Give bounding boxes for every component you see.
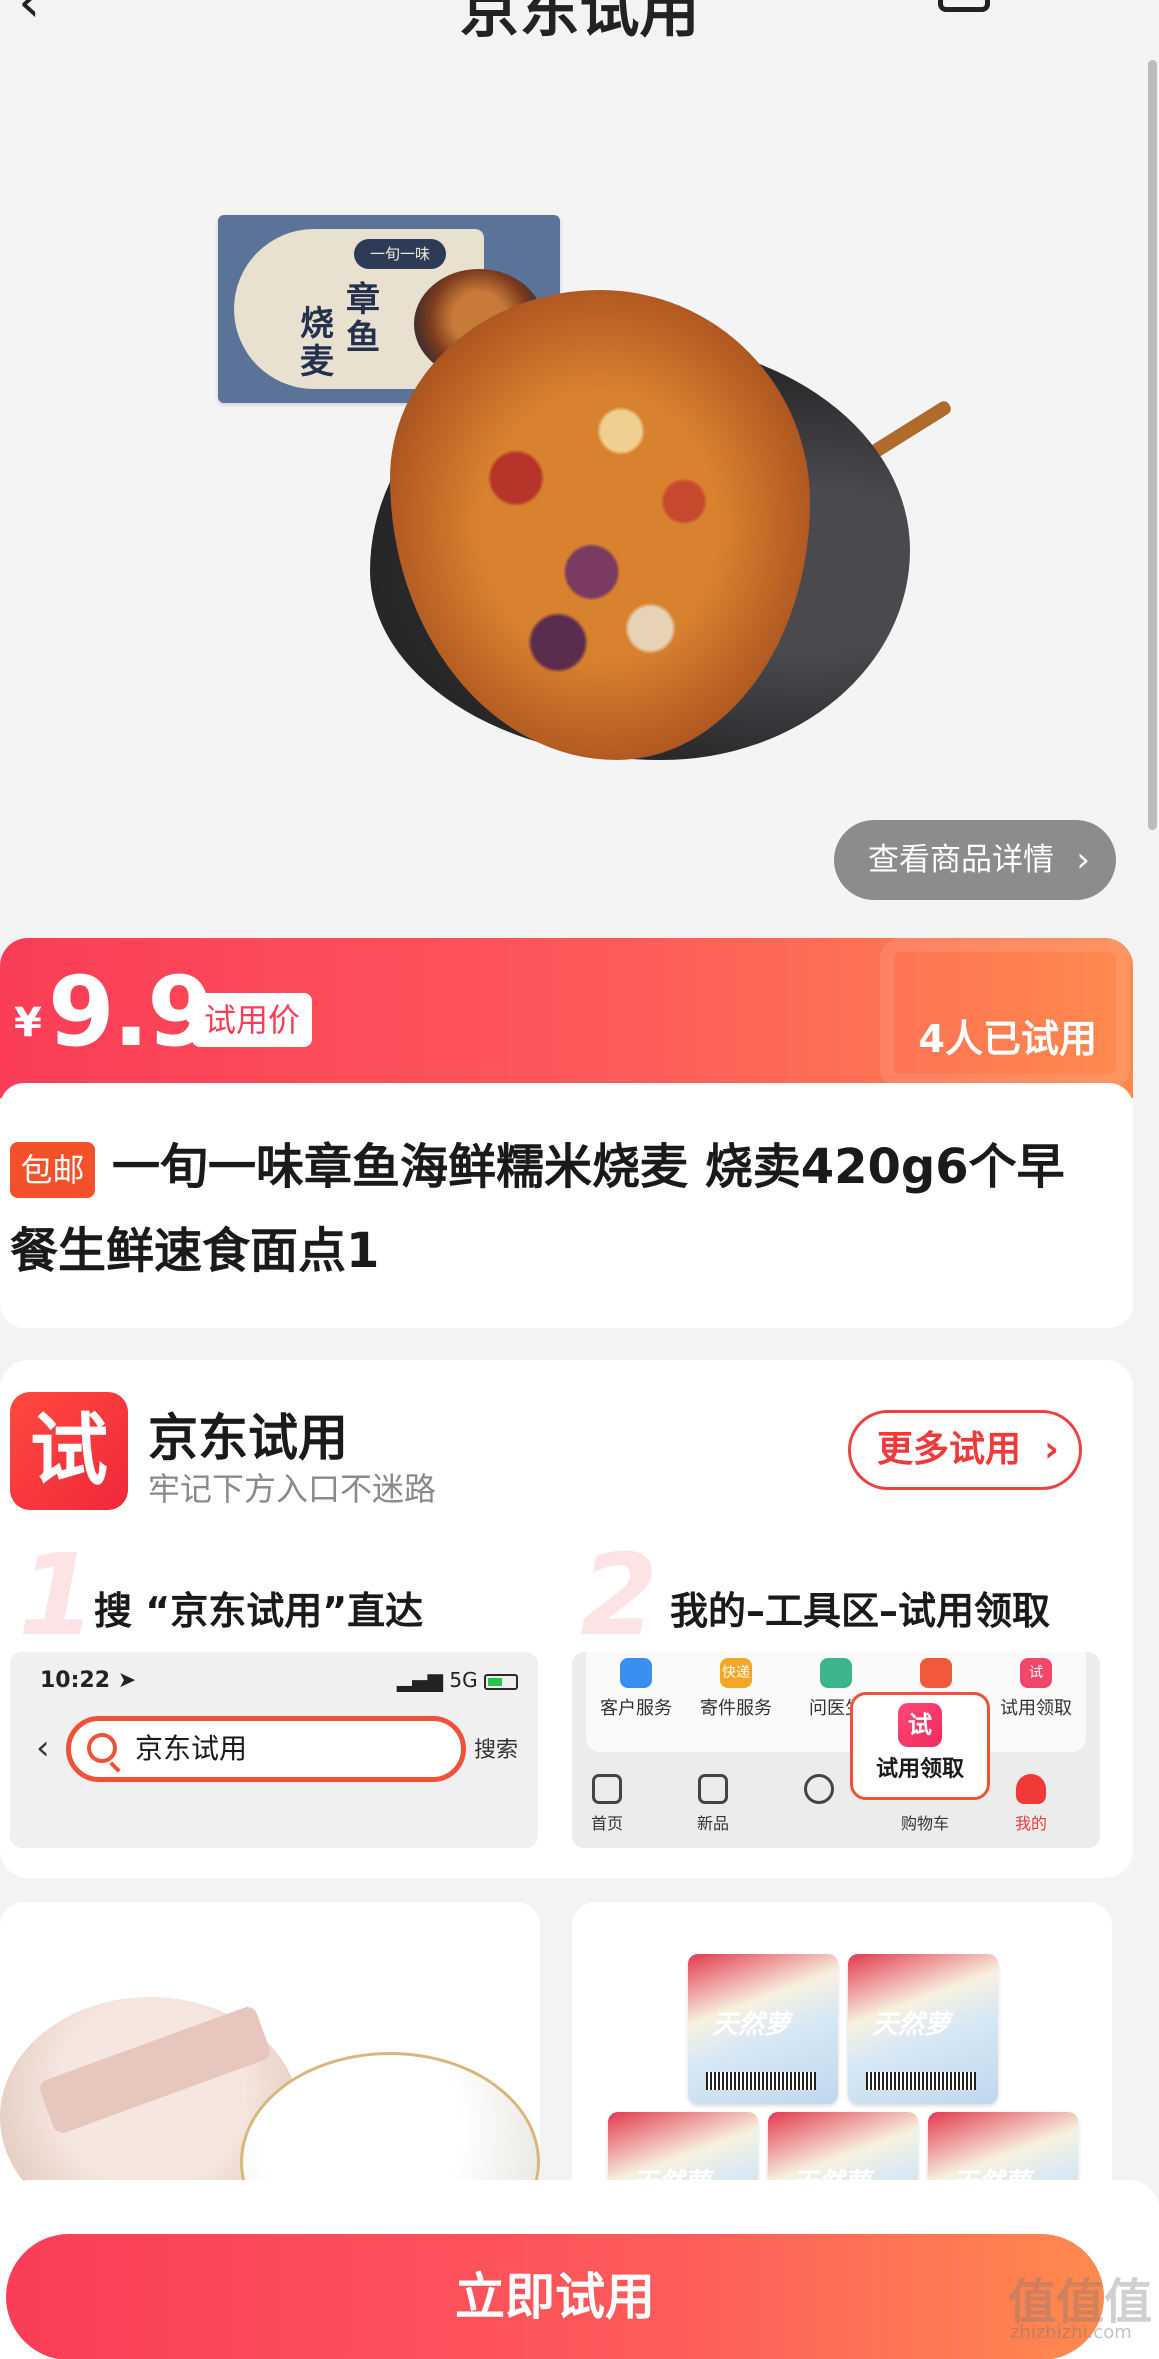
product-hero-image[interactable]: 一旬一味 章鱼 烧麦 查看商品详情 › [0, 40, 1159, 920]
step-number-1: 1 [18, 1531, 96, 1661]
tool-shipping: 快递 寄件服务 [686, 1658, 786, 1720]
cube-icon [698, 1774, 728, 1804]
search-icon [87, 1733, 117, 1763]
tools-row: 客户服务 快递 寄件服务 问医生 试试用领取 [586, 1652, 1086, 1752]
view-detail-label: 查看商品详情 [868, 842, 1054, 878]
browse-icon [804, 1774, 834, 1804]
home-icon [592, 1774, 622, 1804]
tried-count: 4人已试用 [918, 1017, 1097, 1061]
bottom-nav-example: 首页 新品 购物车 我的 [572, 1764, 1100, 1848]
watermark-url: zhizhizhi.com [1010, 2322, 1132, 2343]
search-guide-screenshot: 10:22 ➤ ▂▄▆ 5G ‹ 京东试用 搜索 [10, 1652, 538, 1848]
chevron-right-icon: › [1044, 1429, 1059, 1470]
trial-price-tag: 试用价 [185, 993, 313, 1047]
package-icon: 快递 [720, 1658, 752, 1688]
chevron-left-icon: ‹ [36, 1728, 50, 1768]
nav-mine: 我的 [996, 1774, 1066, 1834]
scrollbar[interactable] [1148, 60, 1157, 830]
package-name-2: 烧麦 [300, 304, 334, 382]
currency-symbol: ¥ [14, 1000, 42, 1046]
product-title-card: 包邮 一旬一味章鱼海鲜糯米烧麦 烧卖420g6个早餐生鲜速食面点1 [0, 1083, 1133, 1328]
jd-trial-card: 试 京东试用 牢记下方入口不迷路 更多试用 › 1 搜 “京东试用”直达 2 我… [0, 1360, 1133, 1878]
status-time: 10:22 ➤ [40, 1668, 137, 1693]
headset-icon [620, 1658, 652, 1688]
view-detail-button[interactable]: 查看商品详情 › [834, 820, 1116, 900]
price-banner: ¥ 9.9 试用价 4人已试用 [0, 938, 1133, 1098]
more-trials-label: 更多试用 [877, 1429, 1022, 1470]
nav-new: 新品 [678, 1774, 748, 1834]
mask-pack-image: 天然萝 [848, 1954, 998, 2104]
step-number-2: 2 [580, 1531, 658, 1661]
bottom-action-bar: 立即试用 [0, 2180, 1159, 2359]
search-field-value: 京东试用 [135, 1732, 248, 1765]
product-title: 一旬一味章鱼海鲜糯米烧麦 烧卖420g6个早餐生鲜速食面点1 [10, 1139, 1065, 1279]
tool-customer-service: 客户服务 [586, 1658, 686, 1720]
nav-bar: ‹ 京东试用 [0, 0, 1159, 46]
battery-icon [484, 1673, 518, 1690]
more-trials-button[interactable]: 更多试用 › [848, 1410, 1082, 1490]
try-now-button[interactable]: 立即试用 [6, 2234, 1104, 2359]
trial-bag-icon: 试 [898, 1703, 942, 1747]
step-text-2: 我的–工具区–试用领取 [670, 1589, 1051, 1633]
search-button-example: 搜索 [473, 1738, 518, 1763]
tool-refresh [886, 1658, 986, 1694]
jd-trial-icon: 试 [10, 1392, 128, 1510]
trial-price: 9.9 [48, 956, 214, 1068]
search-field-example: 京东试用 [66, 1716, 466, 1782]
doctor-icon [820, 1658, 852, 1688]
status-icons: ▂▄▆ 5G [397, 1668, 518, 1692]
nav-home: 首页 [572, 1774, 642, 1834]
trial-entry-callout: 试 试用领取 [850, 1692, 990, 1800]
share-icon[interactable] [938, 0, 990, 12]
refresh-icon [920, 1658, 952, 1688]
step-text-1: 搜 “京东试用”直达 [94, 1589, 424, 1633]
shaomai-image [370, 290, 910, 770]
mine-guide-screenshot: 客户服务 快递 寄件服务 问医生 试试用领取 首页 新品 购物车 我的 试 试用领… [572, 1652, 1100, 1848]
mask-pack-image: 天然萝 [688, 1954, 838, 2104]
jd-trial-title: 京东试用 [148, 1409, 348, 1467]
tool-trial: 试试用领取 [986, 1658, 1086, 1720]
nav-browse [784, 1774, 854, 1810]
trial-icon: 试 [1020, 1658, 1052, 1688]
trial-entry-label: 试用领取 [875, 1757, 964, 1782]
jd-trial-subtitle: 牢记下方入口不迷路 [148, 1470, 437, 1508]
user-icon [1016, 1774, 1046, 1804]
chevron-right-icon: › [1076, 840, 1090, 880]
package-brand: 一旬一味 [354, 239, 446, 269]
